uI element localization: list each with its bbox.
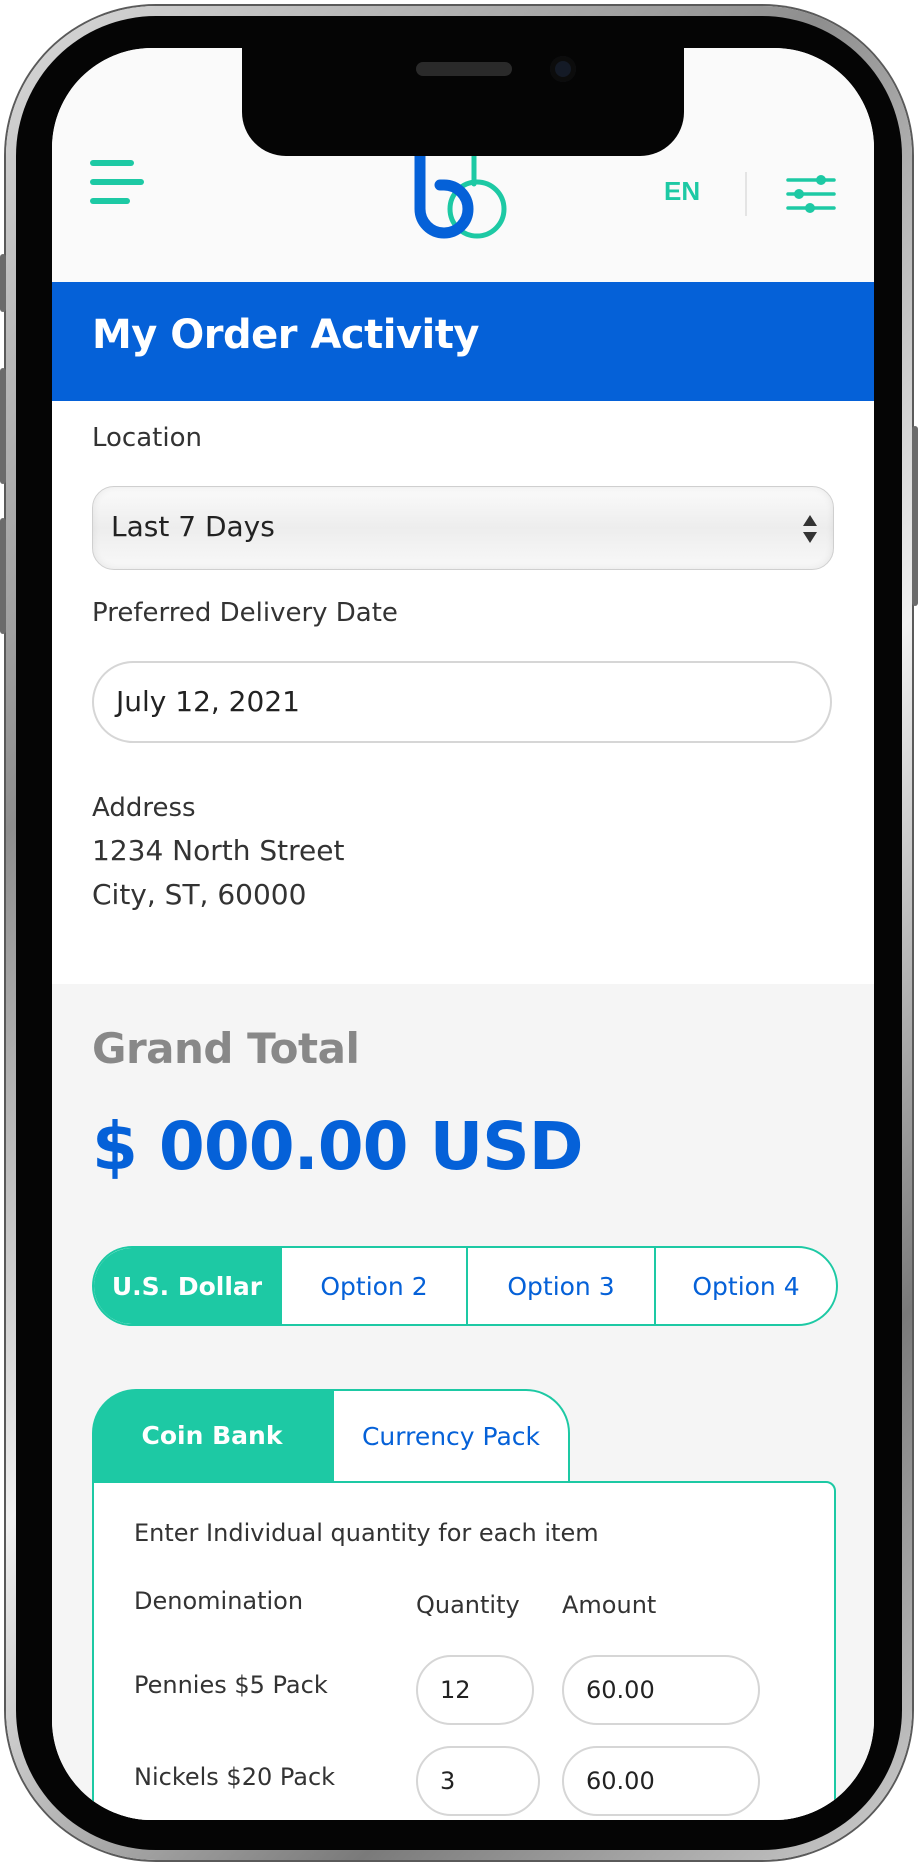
amount-value: 60.00 [586,1767,655,1795]
location-label: Location [92,423,202,453]
coin-bank-panel: Enter Individual quantity for each item … [92,1481,836,1820]
delivery-date-value: July 12, 2021 [116,685,300,718]
volume-down-button [0,518,6,634]
order-form: Location Last 7 Days Preferred Delivery … [52,401,874,984]
select-arrows-icon [803,515,817,543]
currency-option-2[interactable]: Option 2 [280,1248,466,1324]
panel-instruction: Enter Individual quantity for each item [134,1519,599,1547]
language-selector[interactable]: EN [664,176,700,207]
volume-up-button [0,368,6,484]
header-divider [745,172,747,216]
grand-total-amount: $ 000.00 USD [92,1108,583,1185]
quantity-input[interactable]: 12 [416,1655,534,1725]
delivery-date-input[interactable]: July 12, 2021 [92,661,832,743]
phone-screen: EN My Order Activity Location Last 7 Day… [52,48,874,1820]
location-select-value: Last 7 Days [111,510,275,543]
currency-option-4[interactable]: Option 4 [654,1248,836,1324]
filter-sliders-icon[interactable] [786,174,836,214]
currency-option-3[interactable]: Option 3 [466,1248,654,1324]
address-line-2: City, ST, 60000 [92,878,307,911]
column-header-denomination: Denomination [134,1587,304,1615]
tab-currency-pack[interactable]: Currency Pack [332,1389,570,1481]
amount-input[interactable]: 60.00 [562,1655,760,1725]
quantity-value: 12 [440,1676,471,1704]
product-tabs: Coin Bank Currency Pack [92,1389,832,1481]
row-denomination: Pennies $5 Pack [134,1671,328,1699]
notch [242,48,684,156]
tab-coin-bank[interactable]: Coin Bank [92,1389,332,1481]
quantity-input[interactable]: 3 [416,1746,540,1816]
currency-option-usd[interactable]: U.S. Dollar [94,1248,280,1324]
delivery-date-label: Preferred Delivery Date [92,598,398,628]
power-button [912,426,918,606]
row-denomination: Nickels $20 Pack [134,1763,336,1791]
amount-value: 60.00 [586,1676,655,1704]
address-label: Address [92,793,196,823]
column-header-quantity: Quantity [416,1591,520,1619]
page-title: My Order Activity [92,312,479,358]
front-camera [550,56,576,82]
amount-input[interactable]: 60.00 [562,1746,760,1816]
mute-switch [0,254,6,312]
grand-total-section: Grand Total $ 000.00 USD U.S. Dollar Opt… [52,984,874,1820]
grand-total-label: Grand Total [92,1024,360,1073]
title-bar: My Order Activity [52,282,874,401]
hamburger-menu-icon[interactable] [90,160,144,210]
currency-segmented-control: U.S. Dollar Option 2 Option 3 Option 4 [92,1246,838,1326]
quantity-value: 3 [440,1767,456,1795]
column-header-amount: Amount [562,1591,657,1619]
address-line-1: 1234 North Street [92,834,345,867]
speaker-grille [416,62,512,76]
location-select[interactable]: Last 7 Days [92,486,834,570]
